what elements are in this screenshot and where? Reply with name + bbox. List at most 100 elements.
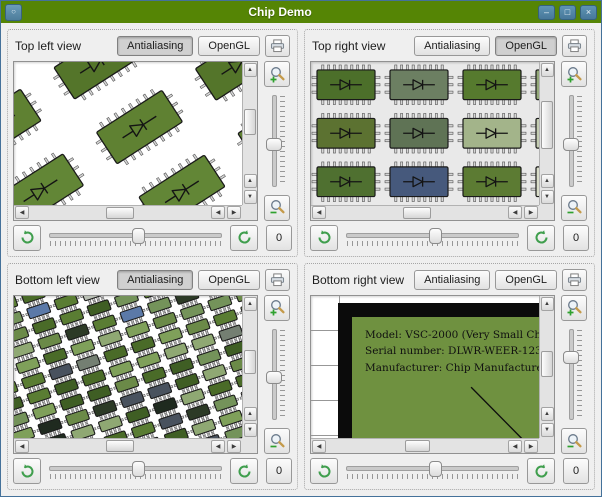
minimize-button[interactable]: – xyxy=(538,4,555,20)
scroll-up-icon[interactable]: ▲ xyxy=(540,296,554,311)
zoom-slider-handle[interactable] xyxy=(563,137,579,151)
scroll-left-icon[interactable]: ◀ xyxy=(508,439,522,453)
zoom-slider-handle[interactable] xyxy=(266,137,282,151)
rotate-left-button[interactable] xyxy=(310,458,338,484)
scroll-left-icon[interactable]: ◀ xyxy=(15,206,29,219)
scrollbar-thumb[interactable] xyxy=(105,440,135,452)
scrollbar-thumb[interactable] xyxy=(541,351,553,378)
rotate-slider[interactable] xyxy=(46,458,225,484)
print-button[interactable] xyxy=(265,268,290,291)
graphics-view[interactable]: ▲ ▲ ▼ ◀ ◀ ▶ xyxy=(13,294,258,454)
scroll-left-icon[interactable]: ◀ xyxy=(211,206,225,219)
zoom-in-button[interactable] xyxy=(561,61,587,87)
zoom-out-button[interactable] xyxy=(264,194,290,221)
scroll-right-icon[interactable]: ▶ xyxy=(227,439,241,453)
scroll-left-icon[interactable]: ◀ xyxy=(312,439,326,453)
zoom-slider[interactable] xyxy=(561,326,587,424)
scroll-left-icon[interactable]: ◀ xyxy=(15,439,29,453)
scroll-down-icon[interactable]: ▼ xyxy=(243,423,257,437)
rotate-slider[interactable] xyxy=(343,458,522,484)
antialiasing-button[interactable]: Antialiasing xyxy=(414,36,491,56)
titlebar[interactable]: ○ Chip Demo – □ × xyxy=(1,1,601,23)
vertical-scrollbar[interactable]: ▲ ▲ ▼ xyxy=(539,62,554,205)
graphics-view[interactable]: Model: VSC-2000 (Very Small Chip) at 9 S… xyxy=(310,294,555,454)
rotate-slider[interactable] xyxy=(343,225,522,251)
scroll-right-icon[interactable]: ▶ xyxy=(524,206,538,219)
zoom-in-button[interactable] xyxy=(264,61,290,87)
rotate-left-button[interactable] xyxy=(13,458,41,484)
rotate-slider[interactable] xyxy=(46,225,225,251)
zoom-slider[interactable] xyxy=(264,326,290,424)
antialiasing-button[interactable]: Antialiasing xyxy=(117,269,194,290)
zoom-slider[interactable] xyxy=(264,92,290,190)
zoom-out-button[interactable] xyxy=(561,194,587,221)
zoom-slider[interactable] xyxy=(561,92,587,190)
scroll-up-icon[interactable]: ▲ xyxy=(243,296,257,311)
zoom-slider-handle[interactable] xyxy=(266,371,282,385)
rotate-left-button[interactable] xyxy=(310,224,338,251)
print-button[interactable] xyxy=(265,35,290,57)
rotate-slider-handle[interactable] xyxy=(131,227,145,244)
rotate-slider-handle[interactable] xyxy=(428,461,442,477)
horizontal-scrollbar[interactable]: ◀ ◀ ▶ xyxy=(14,204,242,220)
vertical-scrollbar[interactable]: ▲ ▲ ▼ xyxy=(539,295,554,438)
zoom-out-button[interactable] xyxy=(264,428,290,454)
rotate-right-button[interactable] xyxy=(230,224,258,251)
rotate-right-button[interactable] xyxy=(230,458,258,484)
zoom-in-button[interactable] xyxy=(264,294,290,321)
opengl-button[interactable]: OpenGL xyxy=(198,36,260,56)
rotate-slider-handle[interactable] xyxy=(131,461,145,477)
rotate-slider-handle[interactable] xyxy=(428,227,442,244)
maximize-button[interactable]: □ xyxy=(559,4,576,20)
print-button[interactable] xyxy=(562,35,587,57)
close-button[interactable]: × xyxy=(580,4,597,20)
graphics-view[interactable]: ▲ ▲ ▼ ◀ ◀ ▶ xyxy=(310,61,555,221)
scroll-up-icon[interactable]: ▲ xyxy=(540,173,554,188)
print-button[interactable] xyxy=(562,268,587,291)
rotate-left-button[interactable] xyxy=(13,224,41,251)
horizontal-scrollbar[interactable]: ◀ ◀ ▶ xyxy=(14,438,242,453)
antialiasing-button[interactable]: Antialiasing xyxy=(414,269,491,290)
zoom-in-button[interactable] xyxy=(561,294,587,321)
scroll-right-icon[interactable]: ▶ xyxy=(524,439,538,453)
scroll-up-icon[interactable]: ▲ xyxy=(540,63,554,77)
scroll-down-icon[interactable]: ▼ xyxy=(540,423,554,437)
zoom-slider-handle[interactable] xyxy=(563,350,579,364)
scrollbar-corner xyxy=(539,204,554,220)
reset-button[interactable]: 0 xyxy=(563,224,589,251)
scroll-up-icon[interactable]: ▲ xyxy=(243,173,257,188)
rotate-left-icon xyxy=(19,463,36,480)
scrollbar-thumb[interactable] xyxy=(105,206,135,219)
scroll-left-icon[interactable]: ◀ xyxy=(508,206,522,219)
reset-button[interactable]: 0 xyxy=(266,224,292,251)
scroll-up-icon[interactable]: ▲ xyxy=(540,407,554,421)
scrollbar-thumb[interactable] xyxy=(404,440,430,452)
vertical-scrollbar[interactable]: ▲ ▲ ▼ xyxy=(242,62,257,205)
scroll-down-icon[interactable]: ▼ xyxy=(243,189,257,204)
zoom-out-button[interactable] xyxy=(561,428,587,454)
rotate-right-button[interactable] xyxy=(527,458,555,484)
rotate-right-button[interactable] xyxy=(527,224,555,251)
window-menu-icon[interactable]: ○ xyxy=(5,3,22,21)
scrollbar-thumb[interactable] xyxy=(244,108,256,135)
scrollbar-thumb[interactable] xyxy=(541,101,553,150)
scroll-down-icon[interactable]: ▼ xyxy=(540,189,554,204)
opengl-button[interactable]: OpenGL xyxy=(198,269,260,290)
horizontal-scrollbar[interactable]: ◀ ◀ ▶ xyxy=(311,204,539,220)
scroll-left-icon[interactable]: ◀ xyxy=(312,206,326,219)
opengl-button[interactable]: OpenGL xyxy=(495,269,557,290)
scroll-left-icon[interactable]: ◀ xyxy=(211,439,225,453)
scroll-up-icon[interactable]: ▲ xyxy=(243,407,257,421)
scroll-up-icon[interactable]: ▲ xyxy=(243,63,257,77)
opengl-button[interactable]: OpenGL xyxy=(495,36,557,56)
antialiasing-button[interactable]: Antialiasing xyxy=(117,36,194,56)
scrollbar-thumb[interactable] xyxy=(244,349,256,374)
graphics-view[interactable]: ▲ ▲ ▼ ◀ ◀ ▶ xyxy=(13,61,258,221)
horizontal-scrollbar[interactable]: ◀ ◀ ▶ xyxy=(311,438,539,453)
scrollbar-thumb[interactable] xyxy=(402,206,432,219)
reset-button[interactable]: 0 xyxy=(266,458,292,484)
reset-button[interactable]: 0 xyxy=(563,458,589,484)
vertical-scrollbar[interactable]: ▲ ▲ ▼ xyxy=(242,295,257,438)
scroll-right-icon[interactable]: ▶ xyxy=(227,206,241,219)
scrollbar-corner xyxy=(242,438,257,453)
